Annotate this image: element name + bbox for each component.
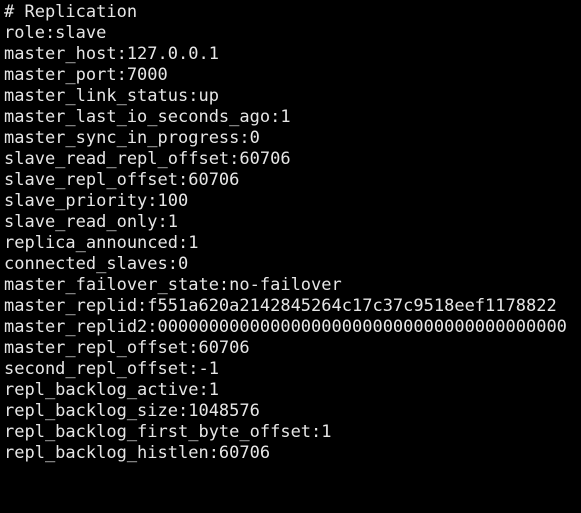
terminal-window[interactable]: # Replication role:slave master_host:127.0… bbox=[0, 0, 581, 513]
terminal-line: master_link_status:up bbox=[4, 86, 219, 106]
terminal-line: second_repl_offset:-1 bbox=[4, 359, 219, 379]
terminal-line: master_port:7000 bbox=[4, 65, 168, 85]
terminal-line: repl_backlog_size:1048576 bbox=[4, 401, 260, 421]
terminal-line: master_replid:f551a620a2142845264c17c37c… bbox=[4, 296, 557, 316]
terminal-line: slave_repl_offset:60706 bbox=[4, 170, 240, 190]
terminal-line: master_sync_in_progress:0 bbox=[4, 128, 260, 148]
terminal-line: role:slave bbox=[4, 23, 107, 43]
terminal-line: master_failover_state:no-failover bbox=[4, 275, 342, 295]
terminal-line: master_repl_offset:60706 bbox=[4, 338, 250, 358]
terminal-line: connected_slaves:0 bbox=[4, 254, 189, 274]
terminal-line: replica_announced:1 bbox=[4, 233, 199, 253]
terminal-line: master_last_io_seconds_ago:1 bbox=[4, 107, 291, 127]
terminal-output: # Replication role:slave master_host:127.0… bbox=[0, 0, 581, 464]
terminal-line: repl_backlog_histlen:60706 bbox=[4, 443, 271, 463]
terminal-line: master_host:127.0.0.1 bbox=[4, 44, 219, 64]
terminal-line: slave_read_only:1 bbox=[4, 212, 178, 232]
terminal-line: master_replid2:0000000000000000000000000… bbox=[4, 317, 567, 337]
terminal-line: slave_read_repl_offset:60706 bbox=[4, 149, 291, 169]
terminal-line: repl_backlog_first_byte_offset:1 bbox=[4, 422, 332, 442]
terminal-section-header: # Replication bbox=[4, 2, 138, 22]
terminal-line: repl_backlog_active:1 bbox=[4, 380, 219, 400]
terminal-line: slave_priority:100 bbox=[4, 191, 189, 211]
